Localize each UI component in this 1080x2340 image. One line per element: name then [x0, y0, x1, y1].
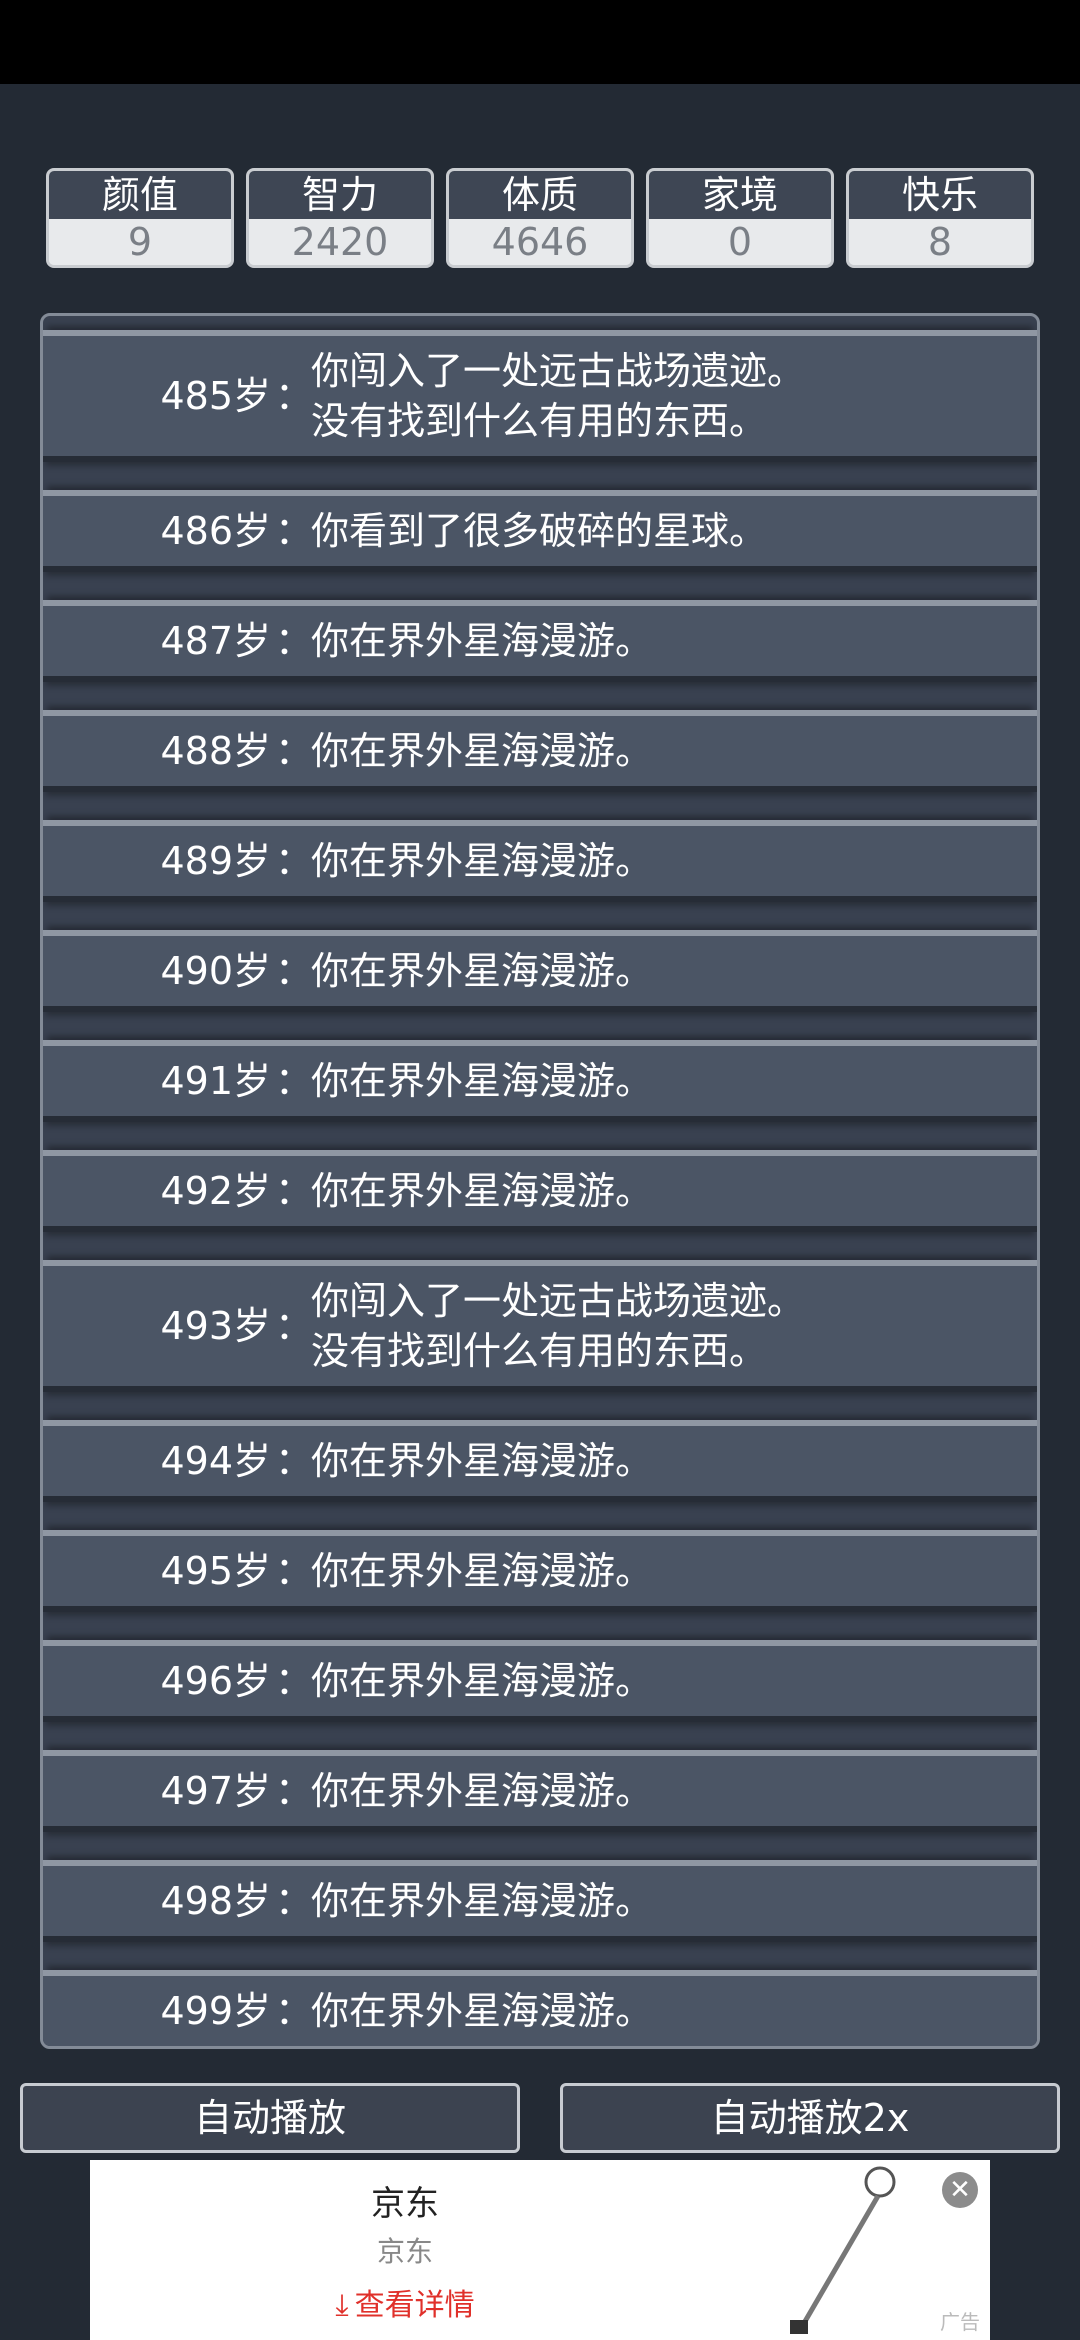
log-row: 492岁：你在界外星海漫游。: [43, 1150, 1037, 1232]
ad-product-image: [790, 2166, 896, 2334]
ad-cta-label: 查看详情: [354, 2288, 475, 2323]
ad-title: 京东: [371, 2184, 439, 2224]
log-colon: ：: [275, 1989, 314, 2033]
stat-value: 4646: [449, 219, 631, 265]
status-bar: [0, 0, 1080, 84]
log-age: 489岁: [160, 839, 271, 883]
log-text: 你在界外星海漫游。: [311, 949, 654, 993]
log-text: 你闯入了一处远古战场遗迹。 没有找到什么有用的东西。: [311, 349, 806, 443]
log-age: 485岁: [160, 374, 271, 418]
log-age: 493岁: [160, 1304, 271, 1348]
log-colon: ：: [275, 619, 314, 663]
log-age: 491岁: [160, 1059, 271, 1103]
stat-label: 家境: [649, 171, 831, 219]
log-age: 492岁: [160, 1169, 271, 1213]
log-age: 488岁: [160, 729, 271, 773]
log-age: 486岁: [160, 509, 271, 553]
log-colon: ：: [275, 1304, 314, 1348]
log-colon: ：: [275, 374, 314, 418]
log-colon: ：: [275, 729, 314, 773]
log-colon: ：: [275, 1439, 314, 1483]
stat-value: 9: [49, 219, 231, 265]
log-colon: ：: [275, 1549, 314, 1593]
log-colon: ：: [275, 1059, 314, 1103]
autoplay-button[interactable]: 自动播放: [20, 2083, 520, 2153]
log-text: 你在界外星海漫游。: [311, 1439, 654, 1483]
log-colon: ：: [275, 509, 314, 553]
log-text: 你在界外星海漫游。: [311, 1169, 654, 1213]
log-text: 你看到了很多破碎的星球。: [311, 509, 768, 553]
log-text: 你闯入了一处远古战场遗迹。 没有找到什么有用的东西。: [311, 1279, 806, 1373]
log-age: 487岁: [160, 619, 271, 663]
log-age: 494岁: [160, 1439, 271, 1483]
stat-box: 家境 0: [646, 168, 834, 268]
log-colon: ：: [275, 1659, 314, 1703]
log-age: 496岁: [160, 1659, 271, 1703]
stat-box: 智力 2420: [246, 168, 434, 268]
log-colon: ：: [275, 949, 314, 993]
log-colon: ：: [275, 1769, 314, 1813]
stat-label: 快乐: [849, 171, 1031, 219]
log-text: 你在界外星海漫游。: [311, 1769, 654, 1813]
stat-label: 智力: [249, 171, 431, 219]
log-age: 495岁: [160, 1549, 271, 1593]
ad-banner[interactable]: 京东 京东 ⤓ 查看详情 ✕ 广告: [90, 2160, 990, 2340]
log-row: 486岁：你看到了很多破碎的星球。: [43, 490, 1037, 572]
log-row: 493岁：你闯入了一处远古战场遗迹。 没有找到什么有用的东西。: [43, 1260, 1037, 1392]
playback-controls: 自动播放 自动播放2x: [20, 2083, 1060, 2153]
stat-label: 体质: [449, 171, 631, 219]
stat-box: 体质 4646: [446, 168, 634, 268]
log-text: 你在界外星海漫游。: [311, 1059, 654, 1103]
stat-box: 颜值 9: [46, 168, 234, 268]
log-row: 497岁：你在界外星海漫游。: [43, 1750, 1037, 1832]
log-row: 496岁：你在界外星海漫游。: [43, 1640, 1037, 1722]
stat-value: 2420: [249, 219, 431, 265]
log-text: 你在界外星海漫游。: [311, 1879, 654, 1923]
log-text: 你在界外星海漫游。: [311, 1989, 654, 2033]
life-log-panel[interactable]: 485岁：你闯入了一处远古战场遗迹。 没有找到什么有用的东西。 486岁：你看到了…: [40, 313, 1040, 2049]
stat-label: 颜值: [49, 171, 231, 219]
autoplay-2x-button[interactable]: 自动播放2x: [560, 2083, 1060, 2153]
log-text: 你在界外星海漫游。: [311, 1659, 654, 1703]
log-row: 487岁：你在界外星海漫游。: [43, 600, 1037, 682]
log-row: 490岁：你在界外星海漫游。: [43, 930, 1037, 1012]
log-text: 你在界外星海漫游。: [311, 1549, 654, 1593]
log-row: 489岁：你在界外星海漫游。: [43, 820, 1037, 902]
log-age: 490岁: [160, 949, 271, 993]
log-colon: ：: [275, 1879, 314, 1923]
log-row: 499岁：你在界外星海漫游。: [43, 1970, 1037, 2046]
ad-subtitle: 京东: [376, 2235, 433, 2268]
ad-tag: 广告: [940, 2310, 980, 2334]
life-log-list: 485岁：你闯入了一处远古战场遗迹。 没有找到什么有用的东西。 486岁：你看到了…: [43, 330, 1037, 2046]
log-colon: ：: [275, 839, 314, 883]
log-age: 498岁: [160, 1879, 271, 1923]
download-arrow-icon: ⤓: [335, 2288, 349, 2323]
stat-value: 0: [649, 219, 831, 265]
ad-details-link[interactable]: ⤓ 查看详情: [90, 2280, 720, 2324]
log-colon: ：: [275, 1169, 314, 1213]
log-row: 488岁：你在界外星海漫游。: [43, 710, 1037, 792]
log-age: 497岁: [160, 1769, 271, 1813]
log-text: 你在界外星海漫游。: [311, 839, 654, 883]
close-icon[interactable]: ✕: [942, 2172, 978, 2208]
stats-bar: 颜值 9 智力 2420 体质 4646 家境 0 快乐 8: [46, 168, 1034, 268]
log-age: 499岁: [160, 1989, 271, 2033]
log-row: 498岁：你在界外星海漫游。: [43, 1860, 1037, 1942]
stat-box: 快乐 8: [846, 168, 1034, 268]
log-row: 495岁：你在界外星海漫游。: [43, 1530, 1037, 1612]
log-row: 494岁：你在界外星海漫游。: [43, 1420, 1037, 1502]
log-text: 你在界外星海漫游。: [311, 729, 654, 773]
log-row: 491岁：你在界外星海漫游。: [43, 1040, 1037, 1122]
log-text: 你在界外星海漫游。: [311, 619, 654, 663]
stat-value: 8: [849, 219, 1031, 265]
log-row: 485岁：你闯入了一处远古战场遗迹。 没有找到什么有用的东西。: [43, 330, 1037, 462]
